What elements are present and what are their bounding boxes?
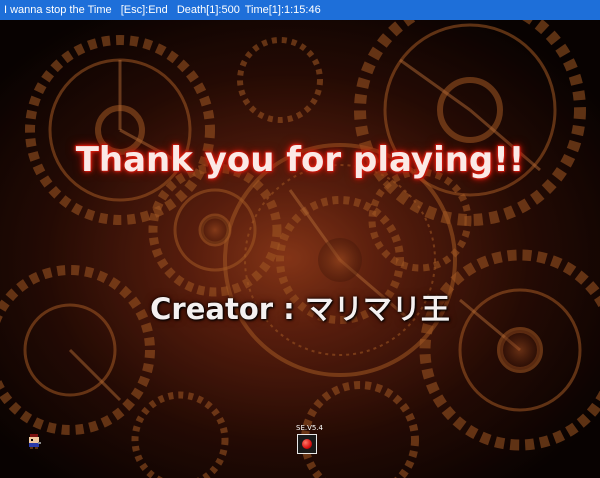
save-point-icon: SE.V5.4 [296,424,324,454]
watermark-logo [193,188,446,284]
kid-sprite-icon [29,434,41,449]
save-orb-icon [302,439,312,449]
window-title: I wanna stop the Time [4,4,112,16]
window-titlebar: I wanna stop the Time [Esc]:End Death[1]… [0,0,600,20]
creator-credit: Creator : マリマリ王 [150,292,450,326]
time-counter: Time[1]:1:15:46 [244,4,321,16]
death-counter: Death[1]:500 [176,4,240,16]
game-screen: Thank you for playing!! Creator : マリマリ王 … [0,20,600,478]
thank-you-heading: Thank you for playing!! [75,140,525,180]
save-point-label: SE.V5.4 [296,424,324,432]
save-point-box [297,434,317,454]
esc-hint: [Esc]:End [120,4,168,16]
